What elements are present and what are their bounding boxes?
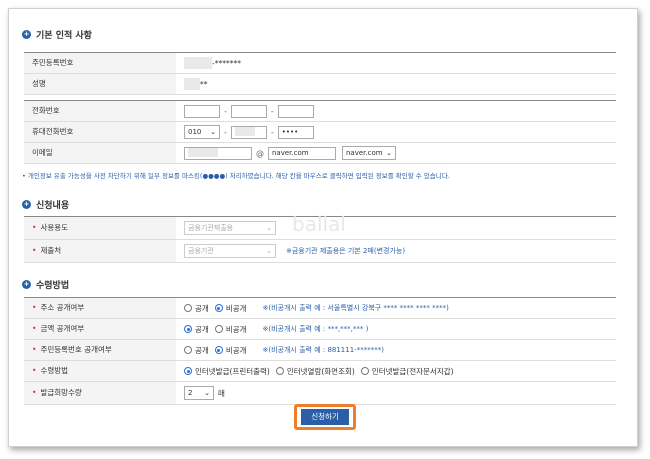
purpose-select[interactable]: 금융기관제출용 ⌄	[184, 221, 276, 235]
row-addr-disclosure: • 주소 공개여부 공개 비공개 ※(비공개시 출력 예 : 서울특별시 강북구 …	[24, 298, 616, 319]
rrn-note: ※(비공개시 출력 예 : 881111-*******)	[262, 346, 384, 354]
row-receive-method: • 수령방법 인터넷발급(프린터출력) 인터넷열람(화면조회) 인터넷발급(전자문…	[24, 361, 616, 382]
amount-label: • 금액 공개여부	[24, 319, 176, 339]
row-count: • 발급희망수량 2 ⌄ 매	[24, 382, 616, 405]
method-label: • 수령방법	[24, 361, 176, 381]
phone-input-1[interactable]	[184, 104, 220, 118]
submit-button[interactable]: 신청하기	[301, 409, 349, 425]
name-masked	[184, 78, 200, 90]
watermark: ballal	[292, 212, 346, 236]
rrn-back-mask: -*******	[212, 58, 241, 68]
receive-table: • 주소 공개여부 공개 비공개 ※(비공개시 출력 예 : 서울특별시 강북구 …	[24, 297, 616, 405]
rrn-front-masked	[184, 57, 212, 69]
count-value: 2	[188, 389, 193, 397]
masking-notice: • 개인정보 유출 가능성을 사전 차단하기 위해 일부 정보를 마스킹(●●●…	[22, 172, 450, 180]
chevron-down-icon: ⌄	[204, 389, 210, 397]
row-phone: 전화번호 - -	[24, 101, 616, 122]
mobile-prefix-value: 010	[188, 128, 202, 136]
mobile-input-3[interactable]: ••••	[277, 125, 314, 139]
rrn-disclosure-label: • 주민등록번호 공개여부	[24, 340, 176, 360]
purpose-value: 금융기관제출용	[188, 224, 234, 232]
mobile-prefix-select[interactable]: 010 ⌄	[184, 125, 220, 139]
amount-public-radio[interactable]: 공개	[184, 324, 209, 335]
phone-input-3[interactable]	[277, 104, 314, 118]
mobile-label: 휴대전화번호	[24, 122, 176, 142]
chevron-down-icon: ⌄	[386, 149, 392, 157]
section-receive-header: + 수령방법	[22, 278, 69, 291]
submit-to-value: 금융기관	[188, 247, 214, 255]
rrn-public-radio[interactable]: 공개	[184, 345, 209, 356]
count-unit: 매	[218, 388, 225, 398]
email-domain-select-value: naver.com	[346, 149, 383, 157]
mobile-input-2[interactable]	[230, 125, 267, 139]
row-name: 성명 **	[24, 74, 616, 95]
email-domain-select[interactable]: naver.com ⌄	[342, 146, 396, 160]
section-title: 신청내용	[36, 201, 70, 211]
method-print-radio[interactable]: 인터넷발급(프린터출력)	[184, 366, 270, 377]
contact-table: 전화번호 - - 휴대전화번호 010 ⌄ - - •••• 이메일 @ nav…	[24, 100, 616, 164]
plus-icon: +	[22, 280, 31, 289]
rrn-label: 주민등록번호	[24, 53, 176, 73]
addr-note: ※(비공개시 출력 예 : 서울특별시 강북구 **** **** **** *…	[262, 304, 449, 312]
count-label: • 발급희망수량	[24, 382, 176, 404]
email-domain-input[interactable]: naver.com	[268, 146, 336, 160]
section-title: 기본 인적 사항	[36, 31, 92, 41]
row-amount-disclosure: • 금액 공개여부 공개 비공개 ※(비공개시 출력 예 : ***,***,**…	[24, 319, 616, 340]
row-email: 이메일 @ naver.com naver.com ⌄	[24, 143, 616, 164]
amount-note: ※(비공개시 출력 예 : ***,***,*** )	[262, 325, 369, 333]
rrn-private-radio[interactable]: 비공개	[214, 345, 247, 356]
addr-public-radio[interactable]: 공개	[184, 303, 209, 314]
plus-icon: +	[22, 30, 31, 39]
plus-icon: +	[22, 200, 31, 209]
phone-label: 전화번호	[24, 101, 176, 121]
addr-label: • 주소 공개여부	[24, 298, 176, 318]
row-submit-to: • 제출처 금융기관 ⌄ ※금융기관 제출용은 기본 2매(변경가능)	[24, 240, 616, 263]
submit-to-label: • 제출처	[24, 240, 176, 262]
row-mobile: 휴대전화번호 010 ⌄ - - ••••	[24, 122, 616, 143]
basic-info-table: 주민등록번호 -******* 성명 **	[24, 52, 616, 95]
method-wallet-radio[interactable]: 인터넷발급(전자문서지갑)	[360, 366, 454, 377]
email-id-input[interactable]	[184, 146, 252, 160]
amount-private-radio[interactable]: 비공개	[214, 324, 247, 335]
name-label: 성명	[24, 74, 176, 94]
chevron-down-icon: ⌄	[266, 224, 272, 232]
row-rrn-disclosure: • 주민등록번호 공개여부 공개 비공개 ※(비공개시 출력 예 : 881111…	[24, 340, 616, 361]
count-select[interactable]: 2 ⌄	[184, 386, 214, 400]
email-label: 이메일	[24, 143, 176, 163]
addr-private-radio[interactable]: 비공개	[214, 303, 247, 314]
section-title: 수령방법	[36, 281, 70, 291]
phone-input-2[interactable]	[230, 104, 267, 118]
method-view-radio[interactable]: 인터넷열람(화면조회)	[275, 366, 355, 377]
chevron-down-icon: ⌄	[266, 247, 272, 255]
section-basic-header: + 기본 인적 사항	[22, 28, 92, 41]
purpose-label: • 사용용도	[24, 217, 176, 239]
section-request-header: + 신청내용	[22, 198, 69, 211]
email-at: @	[256, 148, 264, 158]
chevron-down-icon: ⌄	[210, 128, 216, 136]
submit-to-note: ※금융기관 제출용은 기본 2매(변경가능)	[286, 247, 406, 255]
row-rrn: 주민등록번호 -*******	[24, 53, 616, 74]
submit-highlight: 신청하기	[294, 404, 356, 430]
submit-to-select[interactable]: 금융기관 ⌄	[184, 244, 276, 258]
name-mask: **	[200, 79, 208, 89]
